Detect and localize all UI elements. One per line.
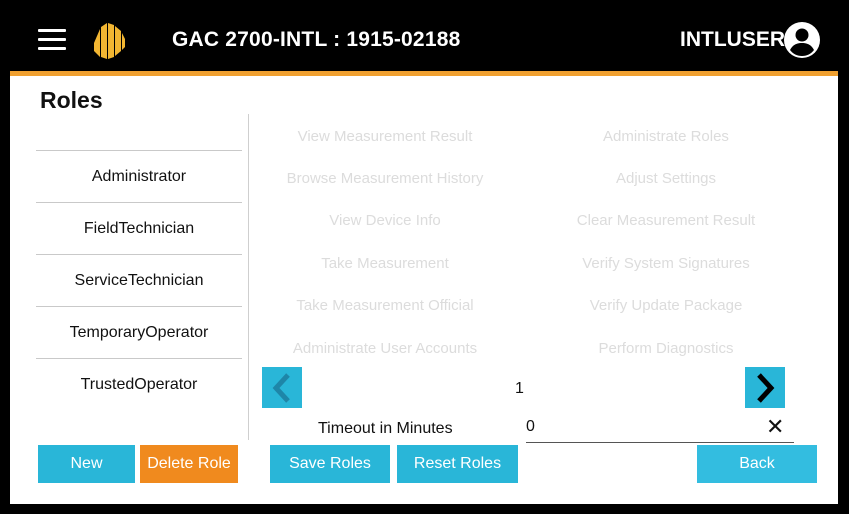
role-item-trustedoperator[interactable]: TrustedOperator [36,358,242,410]
page-number: 1 [515,380,524,397]
permission-browse-measurement-history[interactable]: Browse Measurement History [255,170,515,187]
role-item-temporaryoperator[interactable]: TemporaryOperator [36,306,242,358]
username-label: INTLUSER [680,28,785,51]
next-page-button[interactable] [745,367,785,408]
role-item-fieldtechnician[interactable]: FieldTechnician [36,202,242,254]
new-role-button[interactable]: New [38,445,135,483]
previous-page-button[interactable] [262,367,302,408]
clear-icon[interactable]: ✕ [766,414,784,440]
device-title: GAC 2700-INTL : 1915-02188 [172,28,461,51]
permission-view-measurement-result[interactable]: View Measurement Result [255,128,515,145]
role-list: Administrator FieldTechnician ServiceTec… [36,150,242,410]
permission-verify-update-package[interactable]: Verify Update Package [536,297,796,314]
chevron-left-icon [272,372,290,403]
permission-clear-measurement-result[interactable]: Clear Measurement Result [536,212,796,229]
timeout-input[interactable] [526,412,794,443]
role-item-servicetechnician[interactable]: ServiceTechnician [36,254,242,306]
reset-roles-button[interactable]: Reset Roles [397,445,518,483]
app-header: GAC 2700-INTL : 1915-02188 INTLUSER [0,0,849,70]
permission-verify-system-signatures[interactable]: Verify System Signatures [536,255,796,272]
delete-role-button[interactable]: Delete Role [140,445,238,483]
gac-logo-icon [90,21,126,59]
roles-panel: Roles Administrator FieldTechnician Serv… [10,76,838,504]
timeout-label: Timeout in Minutes [318,420,453,437]
permission-take-measurement-official[interactable]: Take Measurement Official [255,297,515,314]
permission-administrate-user-accounts[interactable]: Administrate User Accounts [255,340,515,357]
hamburger-menu-icon[interactable] [38,29,66,51]
permission-take-measurement[interactable]: Take Measurement [255,255,515,272]
page-title: Roles [40,87,103,113]
account-circle-icon[interactable] [784,22,820,58]
permission-view-device-info[interactable]: View Device Info [255,212,515,229]
save-roles-button[interactable]: Save Roles [270,445,390,483]
permission-administrate-roles[interactable]: Administrate Roles [536,128,796,145]
chevron-right-icon [757,372,775,403]
permission-adjust-settings[interactable]: Adjust Settings [536,170,796,187]
role-item-administrator[interactable]: Administrator [36,150,242,202]
vertical-divider [248,114,249,440]
back-button[interactable]: Back [697,445,817,483]
permission-perform-diagnostics[interactable]: Perform Diagnostics [536,340,796,357]
